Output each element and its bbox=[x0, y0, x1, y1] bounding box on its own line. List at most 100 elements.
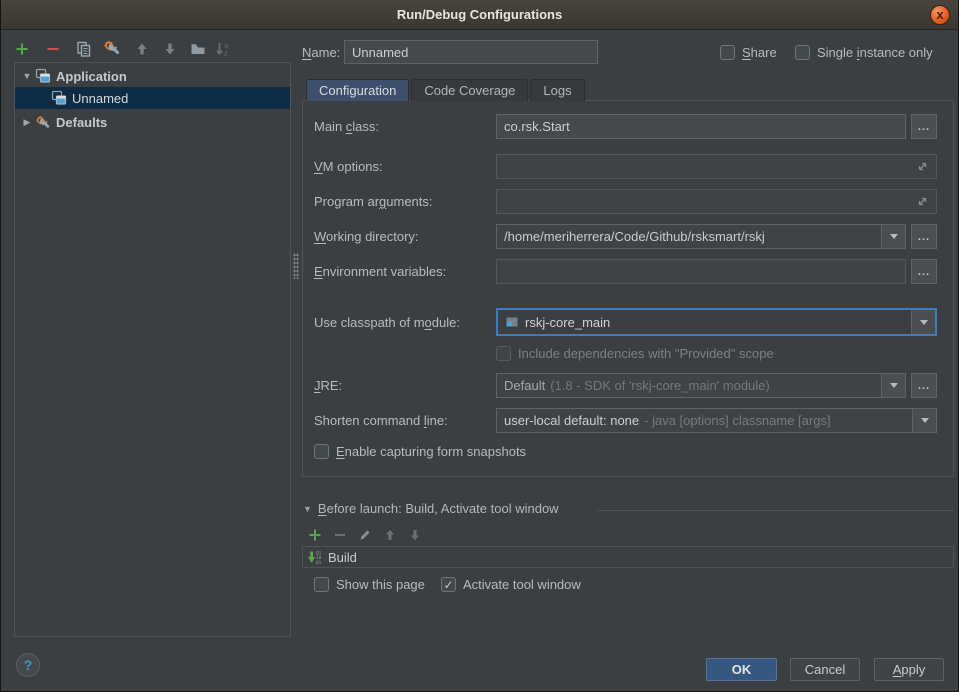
copy-configuration-button[interactable] bbox=[75, 40, 93, 58]
folder-icon bbox=[190, 41, 206, 57]
chevron-down-icon bbox=[890, 383, 898, 388]
dropdown-button[interactable] bbox=[911, 310, 935, 334]
jre-value-primary: Default bbox=[504, 378, 545, 393]
ellipsis-icon: ... bbox=[918, 231, 930, 243]
tree-item-application[interactable]: ▼ Application bbox=[15, 65, 290, 87]
expand-field-icon[interactable] bbox=[916, 160, 929, 173]
chevron-down-icon bbox=[890, 234, 898, 239]
tab-label: Configuration bbox=[319, 83, 396, 98]
tab-label: Logs bbox=[543, 83, 571, 98]
chevron-down-icon[interactable]: ▼ bbox=[21, 71, 33, 81]
apply-label: Apply bbox=[893, 662, 926, 677]
before-launch-remove-button[interactable] bbox=[331, 526, 349, 544]
help-button[interactable]: ? bbox=[16, 653, 40, 677]
classpath-module-label: Use classpath of module: bbox=[314, 315, 496, 330]
activate-tool-window-checkbox[interactable]: ✓ bbox=[441, 577, 456, 592]
ok-button[interactable]: OK bbox=[706, 658, 777, 681]
working-directory-browse-button[interactable]: ... bbox=[911, 224, 937, 249]
collapse-arrow-icon[interactable]: ▼ bbox=[303, 504, 312, 514]
tree-item-label: Application bbox=[56, 69, 127, 84]
section-divider bbox=[597, 510, 954, 511]
program-arguments-label: Program arguments: bbox=[314, 194, 496, 209]
program-arguments-input[interactable] bbox=[496, 189, 937, 214]
before-launch-edit-button[interactable] bbox=[356, 526, 374, 544]
sort-alpha-icon: a z bbox=[215, 41, 233, 57]
jre-browse-button[interactable]: ... bbox=[911, 373, 937, 398]
share-label: Share bbox=[742, 45, 777, 60]
application-icon bbox=[35, 68, 51, 84]
tab-configuration[interactable]: Configuration bbox=[306, 79, 409, 101]
single-instance-label: Single instance only bbox=[817, 45, 933, 60]
create-folder-button[interactable] bbox=[189, 40, 207, 58]
ellipsis-icon: ... bbox=[918, 121, 930, 133]
main-class-value: co.rsk.Start bbox=[504, 119, 570, 134]
cancel-label: Cancel bbox=[805, 662, 845, 677]
apply-button[interactable]: Apply bbox=[874, 658, 944, 681]
defaults-icon bbox=[35, 114, 51, 130]
edit-defaults-button[interactable] bbox=[103, 39, 121, 57]
close-icon: x bbox=[936, 8, 943, 21]
shorten-value-secondary: - java [options] classname [args] bbox=[644, 413, 830, 428]
dropdown-button[interactable] bbox=[912, 409, 936, 432]
tree-item-unnamed[interactable]: Unnamed bbox=[15, 87, 290, 109]
vm-options-input[interactable] bbox=[496, 154, 937, 179]
jre-combo[interactable]: Default (1.8 - SDK of 'rskj-core_main' m… bbox=[496, 373, 906, 398]
vm-options-label: VM options: bbox=[314, 159, 496, 174]
before-launch-move-up-button[interactable] bbox=[381, 526, 399, 544]
add-icon bbox=[308, 528, 322, 542]
show-this-page-checkbox[interactable] bbox=[314, 577, 329, 592]
shorten-command-line-combo[interactable]: user-local default: none - java [options… bbox=[496, 408, 937, 433]
working-directory-value: /home/meriherrera/Code/Github/rsksmart/r… bbox=[497, 225, 881, 248]
capture-snapshots-label: Enable capturing form snapshots bbox=[336, 444, 526, 459]
include-provided-checkbox[interactable] bbox=[496, 346, 511, 361]
environment-variables-input[interactable] bbox=[496, 259, 906, 284]
task-label: Build bbox=[328, 550, 357, 565]
environment-variables-browse-button[interactable]: ... bbox=[911, 259, 937, 284]
before-launch-move-down-button[interactable] bbox=[406, 526, 424, 544]
name-value: Unnamed bbox=[352, 45, 408, 60]
tree-item-label: Defaults bbox=[56, 115, 107, 130]
dropdown-button[interactable] bbox=[881, 374, 905, 397]
name-label: Name: bbox=[302, 45, 344, 60]
configurations-tree: ▼ Application Unnamed ▶ bbox=[14, 62, 291, 637]
tab-code-coverage[interactable]: Code Coverage bbox=[411, 79, 528, 101]
expand-field-icon[interactable] bbox=[916, 195, 929, 208]
before-launch-task-row[interactable]: 01 10 01 Build bbox=[302, 546, 954, 568]
classpath-module-value: rskj-core_main bbox=[525, 315, 610, 330]
splitter-handle[interactable] bbox=[293, 253, 299, 279]
ellipsis-icon: ... bbox=[918, 266, 930, 278]
move-up-button[interactable] bbox=[133, 40, 151, 58]
add-configuration-button[interactable] bbox=[13, 40, 31, 58]
name-input[interactable]: Unnamed bbox=[344, 40, 598, 64]
run-debug-configurations-dialog: Run/Debug Configurations x bbox=[0, 0, 959, 692]
working-directory-combo[interactable]: /home/meriherrera/Code/Github/rsksmart/r… bbox=[496, 224, 906, 249]
remove-icon bbox=[333, 528, 347, 542]
classpath-module-combo[interactable]: rskj-core_main bbox=[496, 308, 937, 336]
main-class-browse-button[interactable]: ... bbox=[911, 114, 937, 139]
application-icon bbox=[51, 90, 67, 106]
svg-text:z: z bbox=[224, 50, 228, 58]
add-icon bbox=[14, 41, 30, 57]
main-class-input[interactable]: co.rsk.Start bbox=[496, 114, 906, 139]
single-instance-checkbox[interactable] bbox=[795, 45, 810, 60]
tab-logs[interactable]: Logs bbox=[530, 79, 584, 101]
shorten-value-primary: user-local default: none bbox=[504, 413, 639, 428]
include-provided-label: Include dependencies with "Provided" sco… bbox=[518, 346, 774, 361]
share-checkbox[interactable] bbox=[720, 45, 735, 60]
remove-configuration-button[interactable] bbox=[44, 40, 62, 58]
cancel-button[interactable]: Cancel bbox=[790, 658, 860, 681]
window-close-button[interactable]: x bbox=[930, 5, 950, 25]
before-launch-header: Before launch: Build, Activate tool wind… bbox=[318, 501, 559, 516]
move-down-button[interactable] bbox=[161, 40, 179, 58]
module-icon bbox=[505, 315, 519, 329]
help-icon: ? bbox=[24, 657, 33, 673]
before-launch-add-button[interactable] bbox=[306, 526, 324, 544]
edit-icon bbox=[358, 528, 372, 542]
dropdown-button[interactable] bbox=[881, 225, 905, 248]
tree-item-defaults[interactable]: ▶ Defaults bbox=[15, 111, 290, 133]
chevron-right-icon[interactable]: ▶ bbox=[21, 117, 33, 128]
sort-configurations-button[interactable]: a z bbox=[215, 40, 233, 58]
capture-snapshots-checkbox[interactable] bbox=[314, 444, 329, 459]
chevron-down-icon bbox=[920, 320, 928, 325]
tree-item-label: Unnamed bbox=[72, 91, 128, 106]
